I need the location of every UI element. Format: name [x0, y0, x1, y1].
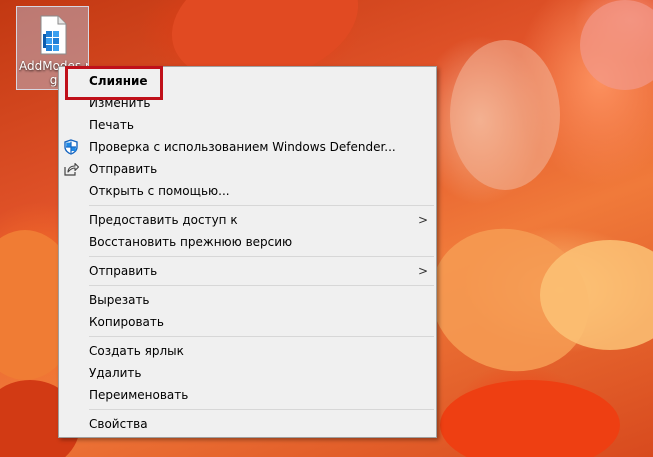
menu-item-label: Переименовать [89, 388, 189, 402]
menu-item-properties[interactable]: Свойства [59, 413, 436, 435]
menu-item-label: Изменить [89, 96, 151, 110]
menu-separator [89, 256, 434, 257]
menu-item-label: Слияние [89, 74, 148, 88]
menu-separator [89, 409, 434, 410]
menu-item-label: Отправить [89, 162, 158, 176]
menu-item-create-shortcut[interactable]: Создать ярлык [59, 340, 436, 362]
menu-item-print[interactable]: Печать [59, 114, 436, 136]
menu-item-label: Восстановить прежнюю версию [89, 235, 293, 249]
wallpaper-petal [580, 0, 653, 90]
menu-item-delete[interactable]: Удалить [59, 362, 436, 384]
menu-separator [89, 205, 434, 206]
share-icon [64, 162, 79, 176]
menu-item-restore-previous-version[interactable]: Восстановить прежнюю версию [59, 231, 436, 253]
menu-item-label: Копировать [89, 315, 164, 329]
menu-item-send-to[interactable]: Отправить > [59, 260, 436, 282]
context-menu: Слияние Изменить Печать Проверка с испол… [58, 66, 437, 438]
menu-item-label: Удалить [89, 366, 142, 380]
menu-item-label: Предоставить доступ к [89, 213, 238, 227]
menu-item-label: Отправить [89, 264, 158, 278]
menu-item-label: Проверка с использованием Windows Defend… [89, 140, 396, 154]
menu-item-label: Свойства [89, 417, 148, 431]
menu-item-cut[interactable]: Вырезать [59, 289, 436, 311]
wallpaper-petal [450, 40, 560, 190]
menu-item-label: Открыть с помощью... [89, 184, 230, 198]
menu-item-merge[interactable]: Слияние [59, 70, 436, 92]
menu-item-label: Создать ярлык [89, 344, 184, 358]
menu-separator [89, 336, 434, 337]
menu-item-rename[interactable]: Переименовать [59, 384, 436, 406]
menu-item-edit[interactable]: Изменить [59, 92, 436, 114]
menu-item-defender-scan[interactable]: Проверка с использованием Windows Defend… [59, 136, 436, 158]
menu-item-share[interactable]: Отправить [59, 158, 436, 180]
menu-item-label: Вырезать [89, 293, 150, 307]
menu-item-open-with[interactable]: Открыть с помощью... [59, 180, 436, 202]
menu-item-copy[interactable]: Копировать [59, 311, 436, 333]
wallpaper-petal [440, 380, 620, 457]
menu-item-label: Печать [89, 118, 134, 132]
menu-item-give-access[interactable]: Предоставить доступ к > [59, 209, 436, 231]
chevron-right-icon: > [417, 213, 428, 227]
chevron-right-icon: > [417, 264, 428, 278]
defender-shield-icon [64, 139, 78, 155]
registry-file-icon [40, 15, 67, 55]
menu-separator [89, 285, 434, 286]
